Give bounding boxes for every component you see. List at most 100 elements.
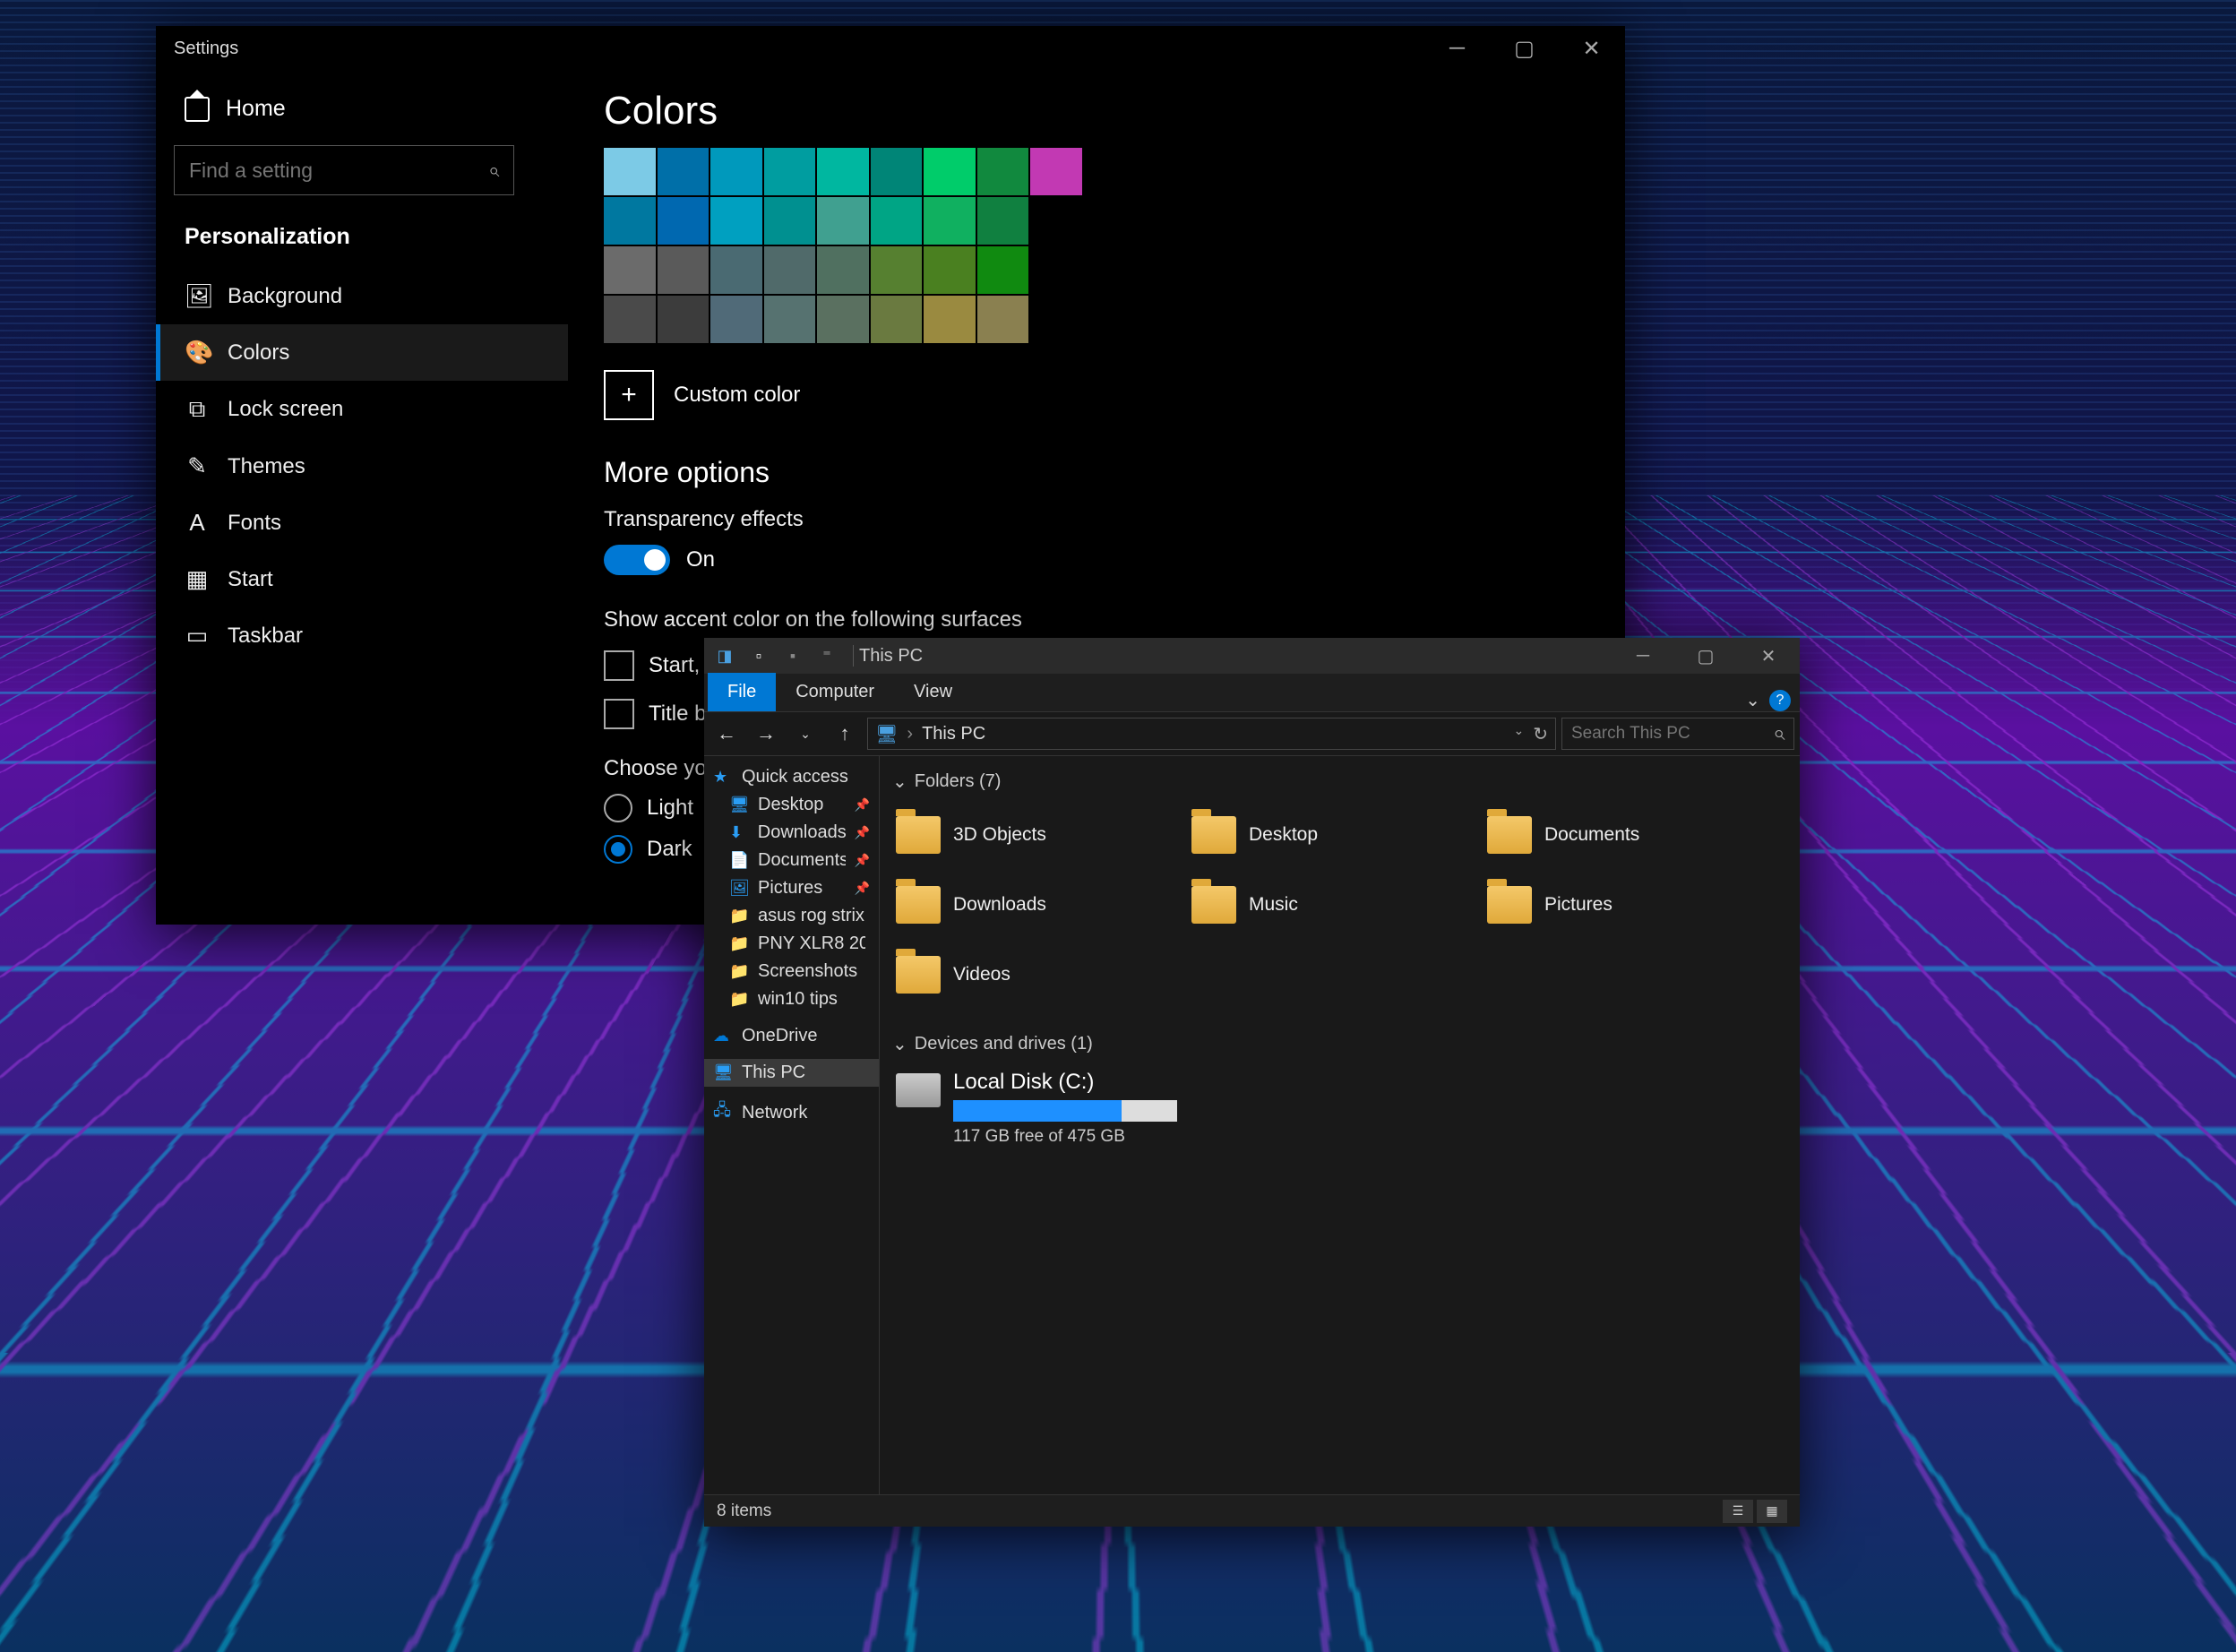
drive-item[interactable]: Local Disk (C:) 117 GB free of 475 GB <box>892 1066 1787 1150</box>
sidebar-item-themes[interactable]: ✎Themes <box>174 438 568 495</box>
exp-maximize-button[interactable]: ▢ <box>1674 638 1737 674</box>
color-swatch[interactable] <box>604 246 656 294</box>
sidebar-item-start[interactable]: ▦Start <box>174 551 568 607</box>
tab-computer[interactable]: Computer <box>776 673 894 711</box>
folder-pictures[interactable]: Pictures <box>1484 873 1770 936</box>
color-swatch[interactable] <box>924 296 976 343</box>
details-view-button[interactable]: ☰ <box>1723 1500 1753 1523</box>
color-swatch[interactable] <box>604 197 656 245</box>
sidebar-item-lock-screen[interactable]: ⧉Lock screen <box>174 381 568 438</box>
exp-minimize-button[interactable]: ─ <box>1612 638 1674 674</box>
explorer-titlebar[interactable]: ◨ ▫ ▪ ⁼ This PC ─ ▢ ✕ <box>704 638 1800 674</box>
sidebar-item-taskbar[interactable]: ▭Taskbar <box>174 607 568 664</box>
color-swatch[interactable] <box>977 296 1029 343</box>
system-icon[interactable]: ◨ <box>713 644 736 667</box>
settings-titlebar[interactable]: Settings ─ ▢ ✕ <box>156 26 1625 71</box>
color-swatch[interactable] <box>710 148 762 195</box>
color-swatch[interactable] <box>817 148 869 195</box>
sidebar-item-fonts[interactable]: AFonts <box>174 495 568 551</box>
forward-button[interactable]: → <box>749 717 783 751</box>
color-swatch[interactable] <box>817 296 869 343</box>
tab-view[interactable]: View <box>894 673 972 711</box>
address-bar[interactable]: 🖥 › This PC ⌄ ↻ <box>867 718 1556 750</box>
sidebar-item-background[interactable]: 🖼Background <box>174 268 568 324</box>
back-button[interactable]: ← <box>710 717 744 751</box>
folder-videos[interactable]: Videos <box>892 943 1179 1006</box>
color-swatch[interactable] <box>658 246 710 294</box>
folder-desktop[interactable]: Desktop <box>1188 804 1475 866</box>
color-swatch[interactable] <box>1030 148 1082 195</box>
home-link[interactable]: Home <box>174 85 568 133</box>
color-swatch[interactable] <box>871 246 923 294</box>
color-swatch[interactable] <box>871 148 923 195</box>
sidebar-item-label: Themes <box>228 454 305 479</box>
nav-item-asus-rog-strix-2080-[interactable]: 📁asus rog strix 2080 <box>704 902 879 930</box>
color-swatch[interactable] <box>977 148 1029 195</box>
color-swatch[interactable] <box>604 296 656 343</box>
help-icon[interactable]: ? <box>1769 690 1791 711</box>
folder-downloads[interactable]: Downloads <box>892 873 1179 936</box>
color-swatch[interactable] <box>871 296 923 343</box>
onedrive[interactable]: ☁OneDrive <box>704 1022 879 1050</box>
up-button[interactable]: ↑ <box>828 717 862 751</box>
tab-file[interactable]: File <box>708 673 776 711</box>
color-swatch[interactable] <box>924 148 976 195</box>
color-swatch[interactable] <box>710 296 762 343</box>
color-swatch[interactable] <box>977 197 1029 245</box>
drives-group-header[interactable]: ⌄Devices and drives (1) <box>892 1028 1787 1066</box>
color-swatch[interactable] <box>658 197 710 245</box>
explorer-search[interactable]: ⌕ <box>1561 718 1794 750</box>
color-swatch[interactable] <box>764 246 816 294</box>
color-swatch[interactable] <box>977 246 1029 294</box>
address-dropdown-icon[interactable]: ⌄ <box>1514 723 1525 745</box>
network[interactable]: 🖧Network <box>704 1096 879 1130</box>
color-swatch[interactable] <box>871 197 923 245</box>
nav-item-win10-tips[interactable]: 📁win10 tips <box>704 985 879 1013</box>
close-button[interactable]: ✕ <box>1558 26 1625 71</box>
exp-close-button[interactable]: ✕ <box>1737 638 1800 674</box>
breadcrumb[interactable]: This PC <box>922 724 985 744</box>
sidebar-icon: 🎨 <box>185 339 210 366</box>
color-swatch[interactable] <box>817 197 869 245</box>
folders-group-header[interactable]: ⌄Folders (7) <box>892 765 1787 804</box>
folder-music[interactable]: Music <box>1188 873 1475 936</box>
qat-properties-icon[interactable]: ▫ <box>747 644 770 667</box>
color-swatch[interactable] <box>764 148 816 195</box>
sidebar-item-colors[interactable]: 🎨Colors <box>156 324 568 381</box>
color-swatch[interactable] <box>710 197 762 245</box>
folder-documents[interactable]: Documents <box>1484 804 1770 866</box>
this-pc[interactable]: 🖥This PC <box>704 1059 879 1087</box>
transparency-toggle[interactable] <box>604 545 670 575</box>
nav-item-pny-xlr8-2080-revi[interactable]: 📁PNY XLR8 2080 revi <box>704 930 879 958</box>
star-icon: ★ <box>713 768 733 787</box>
nav-item-desktop[interactable]: 🖥Desktop📌 <box>704 791 879 819</box>
refresh-icon[interactable]: ↻ <box>1533 723 1548 745</box>
quick-access[interactable]: ★Quick access <box>704 763 879 791</box>
nav-item-documents[interactable]: 📄Documents📌 <box>704 847 879 874</box>
transparency-label: Transparency effects <box>604 507 1607 532</box>
chevron-down-icon[interactable]: ⌄ <box>1745 689 1760 711</box>
qat-dropdown-icon[interactable]: ⁼ <box>815 644 838 667</box>
custom-color-row[interactable]: + Custom color <box>604 370 1607 420</box>
color-swatch[interactable] <box>924 197 976 245</box>
nav-item-pictures[interactable]: 🖼Pictures📌 <box>704 874 879 902</box>
settings-search[interactable]: ⌕ <box>174 145 514 195</box>
maximize-button[interactable]: ▢ <box>1491 26 1558 71</box>
qat-new-icon[interactable]: ▪ <box>781 644 804 667</box>
settings-search-input[interactable] <box>189 159 458 183</box>
folder-3d-objects[interactable]: 3D Objects <box>892 804 1179 866</box>
explorer-search-input[interactable] <box>1571 724 1750 744</box>
color-swatch[interactable] <box>604 148 656 195</box>
recent-dropdown[interactable]: ⌄ <box>788 717 822 751</box>
color-swatch[interactable] <box>924 246 976 294</box>
nav-item-screenshots[interactable]: 📁Screenshots <box>704 958 879 985</box>
color-swatch[interactable] <box>710 246 762 294</box>
nav-item-downloads[interactable]: ⬇Downloads📌 <box>704 819 879 847</box>
color-swatch[interactable] <box>658 148 710 195</box>
icons-view-button[interactable]: ▦ <box>1757 1500 1787 1523</box>
color-swatch[interactable] <box>764 296 816 343</box>
color-swatch[interactable] <box>817 246 869 294</box>
color-swatch[interactable] <box>658 296 710 343</box>
minimize-button[interactable]: ─ <box>1423 26 1491 71</box>
color-swatch[interactable] <box>764 197 816 245</box>
